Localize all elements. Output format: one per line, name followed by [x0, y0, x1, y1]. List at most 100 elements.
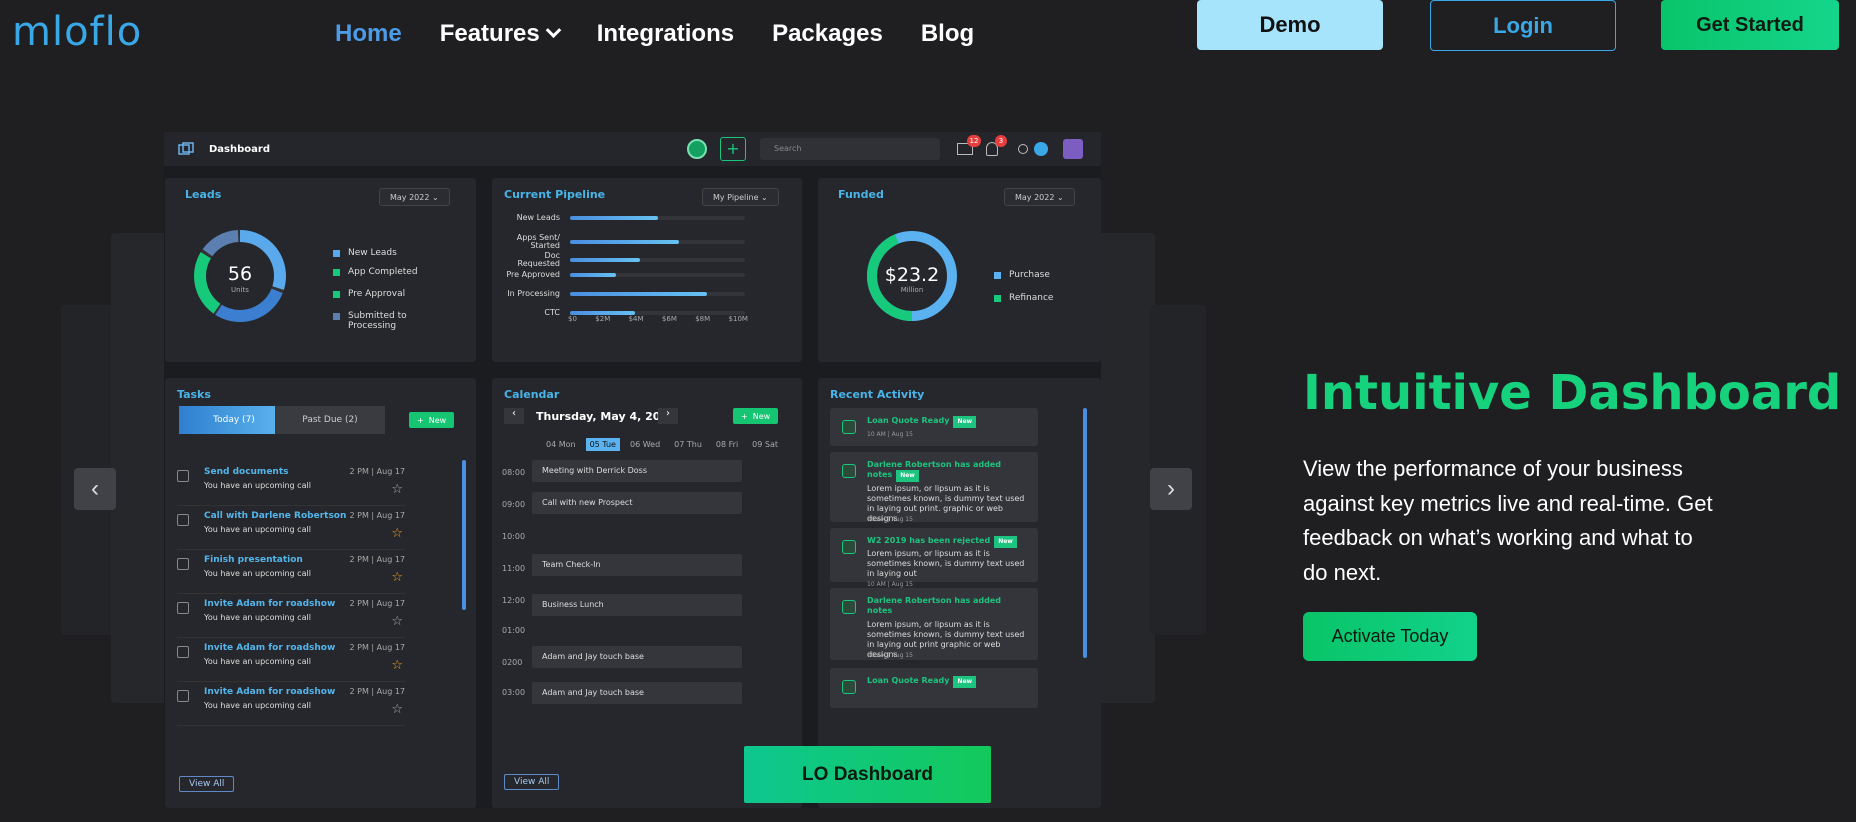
task-item[interactable]: Invite Adam for roadshow You have an upco…	[177, 682, 405, 726]
pipeline-select[interactable]: My Pipeline ⌄	[702, 188, 779, 206]
next-day-button[interactable]: ›	[658, 408, 678, 424]
get-started-button[interactable]: Get Started	[1661, 0, 1839, 50]
lo-dashboard-button[interactable]: LO Dashboard	[744, 746, 991, 803]
background-slide-left	[111, 233, 171, 703]
activate-today-button[interactable]: Activate Today	[1303, 612, 1477, 661]
login-button[interactable]: Login	[1430, 0, 1616, 51]
calendar-event[interactable]: Meeting with Derrick Doss	[532, 460, 742, 482]
activity-item[interactable]: Darlene Robertson has added notes Lorem i…	[830, 588, 1038, 660]
task-item[interactable]: Call with Darlene Robertson You have an u…	[177, 506, 405, 550]
activity-title: Loan Quote Ready New	[867, 416, 1027, 428]
task-checkbox[interactable]	[177, 470, 189, 482]
calendar-day[interactable]: 04 Mon	[542, 438, 580, 451]
add-icon[interactable]: +	[720, 137, 746, 161]
legend-swatch	[994, 272, 1001, 279]
calendar-day[interactable]: 07 Thu	[670, 438, 706, 451]
nav-blog[interactable]: Blog	[921, 20, 974, 48]
activity-scrollbar[interactable]	[1083, 408, 1087, 658]
tab-today[interactable]: Today (7)	[179, 406, 289, 434]
calendar-time: 0200	[502, 658, 523, 667]
theme-toggle-icon[interactable]	[1034, 142, 1048, 156]
activity-type-icon	[842, 464, 856, 478]
nav-home-label: Home	[335, 20, 402, 47]
task-checkbox[interactable]	[177, 646, 189, 658]
hero-title: Intuitive Dashboard	[1303, 365, 1842, 421]
calendar-event[interactable]: Adam and Jay touch base	[532, 646, 742, 668]
calendar-event[interactable]: Call with new Prospect	[532, 492, 742, 514]
activity-item[interactable]: Loan Quote Ready New	[830, 668, 1038, 708]
task-item[interactable]: Send documents You have an upcoming call 2…	[177, 462, 405, 506]
calendar-event[interactable]: Team Check-In	[532, 554, 742, 576]
task-checkbox[interactable]	[177, 690, 189, 702]
task-time: 2 PM | Aug 17	[349, 643, 405, 652]
star-icon[interactable]: ☆	[391, 702, 403, 717]
dashboard-title: Dashboard	[209, 143, 270, 155]
task-item[interactable]: Finish presentation You have an upcoming …	[177, 550, 405, 594]
tasks-scrollbar[interactable]	[462, 460, 466, 610]
star-icon[interactable]: ☆	[391, 614, 403, 629]
calendar-day[interactable]: 05 Tue	[585, 438, 620, 451]
nav-packages-label: Packages	[772, 20, 883, 47]
pipeline-track	[570, 292, 745, 296]
task-subtitle: You have an upcoming call	[204, 569, 311, 578]
carousel-prev-button[interactable]: ‹	[74, 468, 116, 510]
activity-item[interactable]: W2 2019 has been rejected New Lorem ipsum,…	[830, 528, 1038, 588]
legend-label: Pre Approval	[348, 289, 406, 299]
tab-past-due[interactable]: Past Due (2)	[275, 406, 385, 434]
prev-day-button[interactable]: ‹	[504, 408, 524, 424]
task-item[interactable]: Invite Adam for roadshow You have an upco…	[177, 594, 405, 638]
activity-type-icon	[842, 600, 856, 614]
avatar[interactable]	[1063, 139, 1083, 159]
task-time: 2 PM | Aug 17	[349, 467, 405, 476]
activity-title-text: Loan Quote Ready	[867, 676, 950, 685]
nav-packages[interactable]: Packages	[772, 20, 883, 48]
activity-title: W2 2019 has been rejected New	[867, 536, 1027, 548]
new-event-button[interactable]: + New	[733, 408, 779, 424]
calendar-event[interactable]: Business Lunch	[532, 594, 742, 616]
activity-date: 10 AM | Aug 15	[867, 652, 913, 659]
main-nav: Home Features Integrations Packages Blog	[335, 20, 974, 48]
sun-icon[interactable]	[1018, 144, 1028, 154]
hero-description: View the performance of your business ag…	[1303, 456, 1713, 585]
task-title: Send documents	[204, 467, 289, 477]
dollar-icon[interactable]	[687, 139, 707, 159]
activity-title-text: Darlene Robertson has added notes	[867, 460, 1002, 479]
star-icon[interactable]: ☆	[391, 482, 403, 497]
star-icon[interactable]: ☆	[391, 570, 403, 585]
legend-swatch	[333, 269, 340, 276]
leads-period-select[interactable]: May 2022 ⌄	[379, 188, 450, 206]
nav-features[interactable]: Features	[440, 20, 562, 48]
calendar-day[interactable]: 09 Sat	[748, 438, 782, 451]
funded-card: Funded May 2022 ⌄ $23.2 Million Purchase…	[818, 178, 1101, 362]
task-subtitle: You have an upcoming call	[204, 657, 311, 666]
calendar-time: 03:00	[502, 688, 526, 697]
task-checkbox[interactable]	[177, 514, 189, 526]
task-item[interactable]: Invite Adam for roadshow You have an upco…	[177, 638, 405, 682]
legend-label: Purchase	[1009, 270, 1050, 280]
demo-button[interactable]: Demo	[1197, 0, 1383, 50]
nav-home[interactable]: Home	[335, 20, 402, 48]
mloflo-logo[interactable]: mloflo	[12, 9, 142, 55]
calendar-time: 11:00	[502, 564, 526, 573]
nav-integrations[interactable]: Integrations	[597, 20, 734, 48]
task-checkbox[interactable]	[177, 602, 189, 614]
calendar-day[interactable]: 08 Fri	[712, 438, 742, 451]
task-subtitle: You have an upcoming call	[204, 613, 311, 622]
calendar-view-all-button[interactable]: View All	[504, 774, 560, 790]
task-checkbox[interactable]	[177, 558, 189, 570]
new-task-label: New	[428, 415, 447, 425]
legend-item: Purchase	[994, 270, 1084, 280]
calendar-day[interactable]: 06 Wed	[626, 438, 664, 451]
star-icon[interactable]: ☆	[391, 526, 403, 541]
calendar-event[interactable]: Adam and Jay touch base	[532, 682, 742, 704]
search-input[interactable]: Search	[760, 138, 940, 160]
activity-title: Loan Quote Ready New	[867, 676, 1027, 688]
pipeline-select-label: My Pipeline	[713, 192, 759, 202]
star-icon[interactable]: ☆	[391, 658, 403, 673]
activity-item[interactable]: Loan Quote Ready New 10 AM | Aug 15	[830, 408, 1038, 446]
tasks-view-all-button[interactable]: View All	[179, 776, 235, 792]
carousel-next-button[interactable]: ›	[1150, 468, 1192, 510]
activity-item[interactable]: Darlene Robertson has added notes New Lore…	[830, 452, 1038, 523]
new-task-button[interactable]: + New	[409, 412, 455, 428]
funded-period-select[interactable]: May 2022 ⌄	[1004, 188, 1075, 206]
